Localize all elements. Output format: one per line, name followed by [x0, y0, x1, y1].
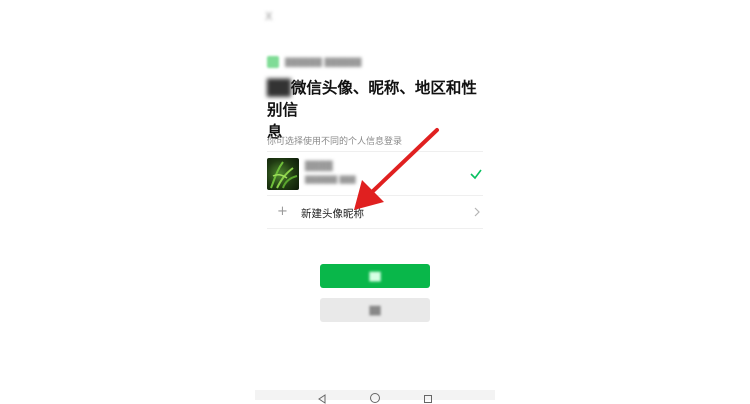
profile-detail: ██████ ███: [305, 176, 356, 184]
profile-option[interactable]: ████ ██████ ███: [267, 156, 483, 192]
back-triangle-icon[interactable]: [317, 394, 327, 404]
reject-button-label: ██: [369, 305, 381, 315]
check-icon: [470, 169, 482, 180]
allow-button-label: ██: [369, 271, 381, 281]
subtitle: 你可选择使用不同的个人信息登录: [267, 137, 403, 147]
system-nav-bar: [255, 390, 495, 404]
new-avatar-nickname-label: 新建头像昵称: [301, 208, 364, 220]
reject-button[interactable]: ██: [320, 298, 430, 322]
app-header: ██████ ██████: [267, 56, 361, 68]
avatar: [267, 158, 299, 190]
title-blurred-prefix: ██: [267, 79, 291, 97]
title-text-1: 微信头像、昵称、地区和性别信: [267, 79, 477, 119]
divider: [267, 151, 483, 152]
chevron-right-icon: [474, 207, 480, 217]
phone-screen: X ██████ ██████ ██微信头像、昵称、地区和性别信息 你可选择使用…: [255, 0, 495, 404]
profile-name: ████: [305, 162, 333, 172]
plus-icon: +: [277, 204, 288, 219]
allow-button[interactable]: ██: [320, 264, 430, 288]
top-blurred-text: X: [265, 10, 273, 23]
app-icon: [267, 56, 279, 68]
app-name: ██████ ██████: [285, 57, 362, 67]
home-circle-icon[interactable]: [369, 392, 381, 404]
new-avatar-nickname-option[interactable]: + 新建头像昵称: [267, 200, 483, 226]
divider: [267, 228, 483, 229]
divider: [267, 195, 483, 196]
recents-square-icon[interactable]: [423, 394, 433, 404]
